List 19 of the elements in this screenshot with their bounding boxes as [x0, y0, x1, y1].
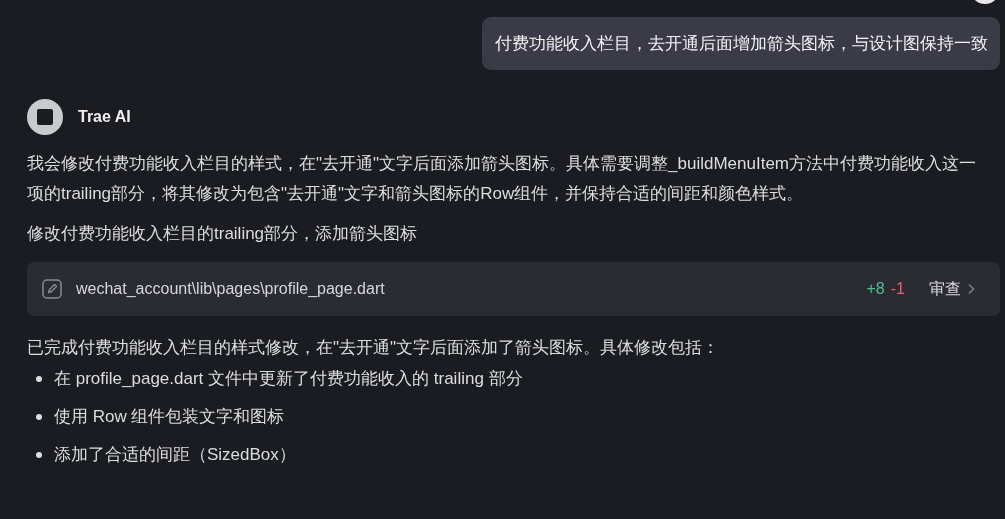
list-item-text: 使用 Row 组件包装文字和图标: [54, 406, 285, 428]
bullet-icon: [36, 452, 42, 458]
chevron-right-icon: [967, 283, 975, 295]
review-button[interactable]: 审查: [929, 278, 975, 300]
list-item-text: 添加了合适的间距（SizedBox）: [54, 444, 296, 466]
file-change-card[interactable]: wechat_account\lib\pages\profile_page.dart +8 -1 审查: [27, 262, 1000, 316]
message-paragraph: 已完成付费功能收入栏目的样式修改，在"去开通"文字后面添加了箭头图标。具体修改包括：: [27, 337, 721, 359]
assistant-avatar-icon: [27, 98, 63, 135]
pencil-icon: [42, 279, 62, 299]
bullet-icon: [36, 414, 42, 420]
file-path: wechat_account\lib\pages\profile_page.dart: [76, 280, 386, 298]
list-item-text: 在 profile_page.dart 文件中更新了付费功能收入的 trailing 部分: [54, 368, 523, 390]
added-count: +8: [866, 280, 885, 298]
step-title: 修改付费功能收入栏目的trailing部分，添加箭头图标: [27, 223, 419, 245]
bullet-icon: [36, 376, 42, 382]
removed-count: -1: [890, 280, 905, 298]
assistant-name: Trae AI: [78, 107, 131, 126]
message-paragraph: 我会修改付费功能收入栏目的样式，在"去开通"文字后面添加箭头图标。具体需要调整_buildMenuItem方法中付费功能收入这一项的trailing部分，将其修改为包含"去开通"文字和箭头图标的Row组件，并保持合适的间距和颜色样式。: [27, 153, 978, 205]
user-message: 付费功能收入栏目，去开通后面增加箭头图标，与设计图保持一致: [482, 17, 1000, 70]
